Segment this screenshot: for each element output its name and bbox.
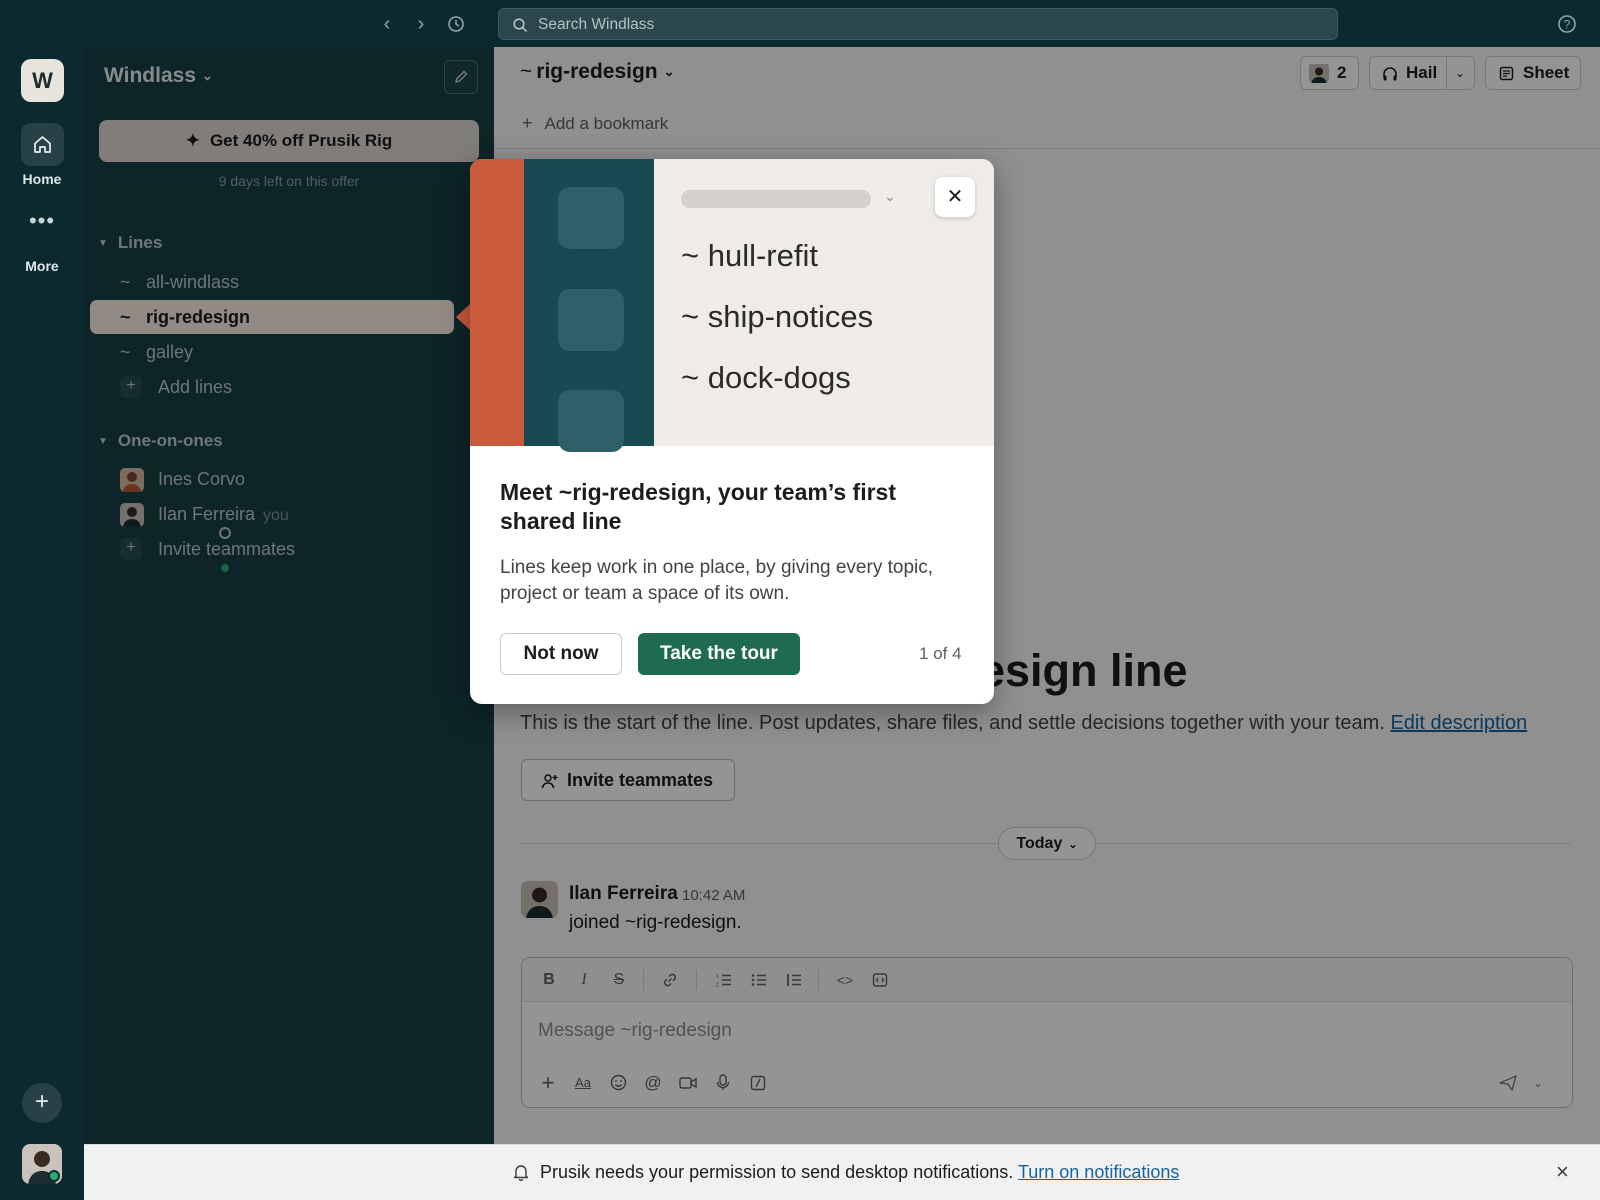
illustration-line-item: ~ ship-notices — [681, 299, 874, 334]
search-input[interactable]: Search Windlass — [498, 8, 1338, 40]
back-arrow-icon[interactable]: ‹ — [375, 12, 399, 36]
popover-pointer — [456, 304, 470, 330]
presence-indicator — [48, 1170, 60, 1182]
illustration-placeholder-bar — [681, 190, 871, 208]
forward-arrow-icon[interactable]: › — [409, 12, 433, 36]
notification-banner: Prusik needs your permission to send des… — [84, 1144, 1600, 1200]
notification-message: Prusik needs your permission to send des… — [540, 1162, 1014, 1182]
illustration-line-item: ~ dock-dogs — [681, 360, 851, 395]
illustration-sidebar — [524, 159, 654, 452]
popover-illustration: ⌄ ~ hull-refit ~ ship-notices ~ dock-dog… — [470, 159, 994, 452]
home-icon — [34, 136, 51, 153]
onboarding-popover: ⌄ ~ hull-refit ~ ship-notices ~ dock-dog… — [470, 159, 994, 704]
home-label: Home — [22, 171, 62, 187]
popover-body: Lines keep work in one place, by giving … — [500, 557, 934, 604]
illustration-tile — [558, 187, 624, 249]
help-icon[interactable]: ? — [1557, 14, 1577, 34]
illustration-tile — [558, 289, 624, 351]
take-the-tour-button[interactable]: Take the tour — [638, 633, 800, 675]
turn-on-notifications-link[interactable]: Turn on notifications — [1018, 1162, 1179, 1182]
notification-text: Prusik needs your permission to send des… — [540, 1162, 1179, 1183]
bell-icon — [513, 1165, 529, 1181]
illustration-tile — [558, 390, 624, 452]
history-icon[interactable] — [444, 12, 468, 36]
search-placeholder: Search Windlass — [538, 16, 655, 33]
close-icon[interactable]: × — [1556, 1159, 1569, 1185]
search-icon — [513, 18, 528, 33]
workspace-rail: W Home ••• More + — [0, 47, 84, 1200]
more-icon[interactable]: ••• — [27, 210, 57, 240]
more-label: More — [25, 258, 59, 274]
add-workspace-button[interactable]: + — [22, 1083, 62, 1123]
svg-text:?: ? — [1564, 18, 1571, 32]
home-button[interactable] — [21, 123, 64, 166]
workspace-switcher[interactable]: W — [21, 59, 64, 102]
chevron-down-icon: ⌄ — [884, 188, 896, 204]
close-icon[interactable]: ✕ — [935, 177, 975, 217]
illustration-line-item: ~ hull-refit — [681, 238, 818, 273]
popover-title: Meet ~rig-redesign, your team’s first sh… — [500, 479, 897, 534]
illustration-accent — [470, 159, 524, 446]
top-bar: ‹ › Search Windlass ? — [0, 0, 1600, 47]
step-counter: 1 of 4 — [919, 644, 962, 663]
not-now-button[interactable]: Not now — [500, 633, 622, 675]
